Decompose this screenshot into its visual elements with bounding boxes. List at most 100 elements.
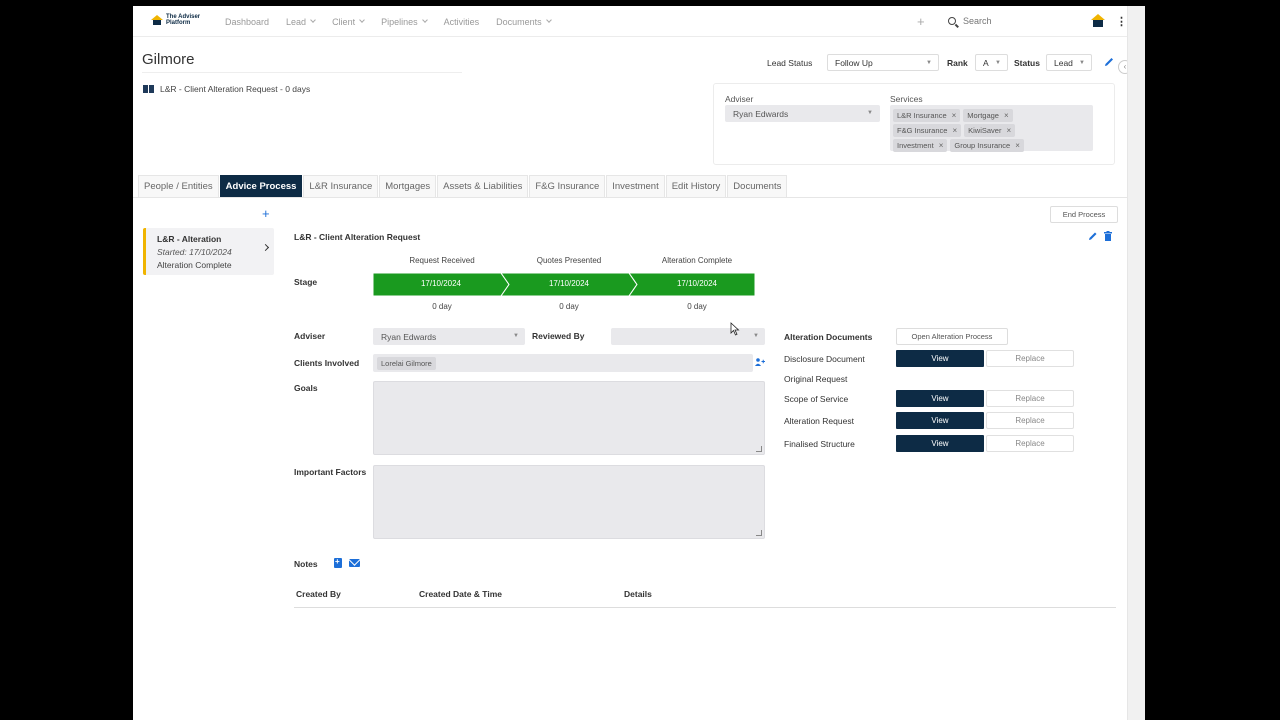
view-alteration-request-button[interactable]: View: [896, 412, 984, 429]
client-tag: Lorelai Gilmore: [377, 356, 436, 370]
doc-original-request-label: Original Request: [784, 374, 848, 384]
tab-mortgages[interactable]: Mortgages: [379, 175, 437, 197]
add-client-icon[interactable]: [755, 358, 765, 368]
tab-lr-insurance[interactable]: L&R Insurance: [303, 175, 379, 197]
search-icon: [948, 17, 956, 25]
resize-handle-icon[interactable]: [756, 446, 762, 452]
col-created-date[interactable]: Created Date & Time: [419, 589, 502, 599]
home-icon[interactable]: [1091, 14, 1105, 28]
search-input[interactable]: [963, 16, 1073, 26]
notes-label: Notes: [294, 559, 318, 569]
tab-people-entities[interactable]: People / Entities: [138, 175, 219, 197]
service-tag: Mortgage ×: [963, 109, 1013, 122]
col-created-by[interactable]: Created By: [296, 589, 341, 599]
caret-down-icon: ▼: [1079, 60, 1085, 66]
chevron-down-icon: [359, 17, 365, 23]
nav-pipelines[interactable]: Pipelines: [381, 17, 428, 27]
process-adviser-select[interactable]: Ryan Edwards ▼: [373, 328, 525, 345]
tab-edit-history[interactable]: Edit History: [665, 175, 727, 197]
tab-advice-process[interactable]: Advice Process: [219, 175, 303, 197]
open-alteration-process-button[interactable]: Open Alteration Process: [896, 328, 1008, 345]
important-factors-textarea[interactable]: [373, 465, 765, 539]
process-card[interactable]: L&R - Alteration Started: 17/10/2024 Alt…: [143, 228, 274, 275]
search-box[interactable]: [948, 12, 1083, 30]
status-select[interactable]: Lead ▼: [1046, 54, 1092, 71]
services-label: Services: [890, 94, 923, 104]
clients-involved-multiselect[interactable]: Lorelai Gilmore: [373, 354, 753, 372]
remove-tag-icon[interactable]: ×: [952, 111, 957, 120]
replace-finalised-structure-button[interactable]: Replace: [986, 435, 1074, 452]
reviewed-by-select[interactable]: ▼: [611, 328, 765, 345]
chevron-down-icon: [421, 17, 428, 23]
remove-tag-icon[interactable]: ×: [939, 141, 944, 150]
stage-date: 17/10/2024: [676, 279, 718, 288]
quick-add-plus-icon[interactable]: +: [917, 14, 925, 29]
view-finalised-structure-button[interactable]: View: [896, 435, 984, 452]
more-menu-icon[interactable]: ⋮: [1116, 15, 1127, 28]
email-icon[interactable]: [349, 559, 360, 567]
nav-client[interactable]: Client: [332, 17, 365, 27]
lead-status-label: Lead Status: [767, 58, 813, 68]
caret-down-icon: ▼: [867, 110, 873, 116]
resize-handle-icon[interactable]: [756, 530, 762, 536]
view-disclosure-button[interactable]: View: [896, 350, 984, 367]
tab-assets-liabilities[interactable]: Assets & Liabilities: [437, 175, 529, 197]
caret-down-icon: ▼: [753, 333, 759, 339]
process-title: L&R - Client Alteration Request: [294, 232, 421, 242]
view-scope-button[interactable]: View: [896, 390, 984, 407]
lead-status-select[interactable]: Follow Up ▼: [827, 54, 939, 71]
tab-investment[interactable]: Investment: [606, 175, 665, 197]
caret-down-icon: ▼: [995, 60, 1001, 66]
service-tag: Group Insurance ×: [950, 139, 1024, 152]
col-details[interactable]: Details: [624, 589, 652, 599]
remove-tag-icon[interactable]: ×: [952, 126, 957, 135]
caret-down-icon: ▼: [926, 60, 932, 66]
mouse-cursor-icon: [730, 322, 740, 338]
rank-label: Rank: [947, 58, 968, 68]
nav-activities[interactable]: Activities: [444, 17, 480, 27]
remove-tag-icon[interactable]: ×: [1015, 141, 1020, 150]
nav-lead[interactable]: Lead: [286, 17, 316, 27]
alteration-documents-heading: Alteration Documents: [784, 332, 873, 342]
add-process-icon[interactable]: +: [262, 206, 270, 221]
edit-header-icon[interactable]: [1103, 56, 1115, 68]
panel-adviser-select[interactable]: Ryan Edwards ▼: [725, 105, 880, 122]
stage-duration: 0 day: [559, 302, 579, 311]
remove-tag-icon[interactable]: ×: [1004, 111, 1009, 120]
remove-tag-icon[interactable]: ×: [1006, 126, 1011, 135]
tab-documents[interactable]: Documents: [727, 175, 788, 197]
goals-label: Goals: [294, 383, 318, 393]
top-nav: The Adviser Platform Dashboard Lead Clie…: [133, 6, 1145, 37]
app-window: The Adviser Platform Dashboard Lead Clie…: [133, 6, 1145, 720]
nav-documents[interactable]: Documents: [496, 17, 552, 27]
doc-scope-label: Scope of Service: [784, 394, 849, 404]
page-scrollbar[interactable]: [1127, 6, 1145, 720]
delete-process-icon[interactable]: [1104, 231, 1112, 241]
tab-fg-insurance[interactable]: F&G Insurance: [529, 175, 606, 197]
nav-menu: Dashboard Lead Client Pipelines Activiti…: [225, 6, 568, 37]
edit-process-icon[interactable]: [1088, 231, 1098, 241]
process-card-title: L&R - Alteration: [157, 234, 222, 244]
replace-disclosure-button[interactable]: Replace: [986, 350, 1074, 367]
doc-finalised-structure-label: Finalised Structure: [784, 439, 855, 449]
nav-dashboard[interactable]: Dashboard: [225, 17, 269, 27]
rank-select[interactable]: A ▼: [975, 54, 1008, 71]
replace-scope-button[interactable]: Replace: [986, 390, 1074, 407]
add-note-icon[interactable]: [334, 557, 342, 568]
doc-disclosure-label: Disclosure Document: [784, 354, 865, 364]
client-tabs: People / Entities Advice Process L&R Ins…: [133, 175, 1145, 198]
process-card-started: Started: 17/10/2024: [157, 247, 232, 257]
stage-date: 17/10/2024: [548, 279, 590, 288]
services-multiselect[interactable]: L&R Insurance × Mortgage × F&G Insurance × …: [890, 105, 1093, 152]
stage-date: 17/10/2024: [420, 279, 462, 288]
chevron-down-icon: [545, 17, 552, 23]
reviewed-by-label: Reviewed By: [532, 331, 585, 341]
end-process-button[interactable]: End Process: [1050, 206, 1118, 223]
page-title: Gilmore: [142, 51, 462, 73]
goals-textarea[interactable]: [373, 381, 765, 455]
chevron-down-icon: [310, 17, 316, 23]
clients-involved-label: Clients Involved: [294, 358, 360, 368]
replace-alteration-request-button[interactable]: Replace: [986, 412, 1074, 429]
service-tag: L&R Insurance ×: [893, 109, 961, 122]
logo[interactable]: The Adviser Platform: [151, 14, 200, 26]
